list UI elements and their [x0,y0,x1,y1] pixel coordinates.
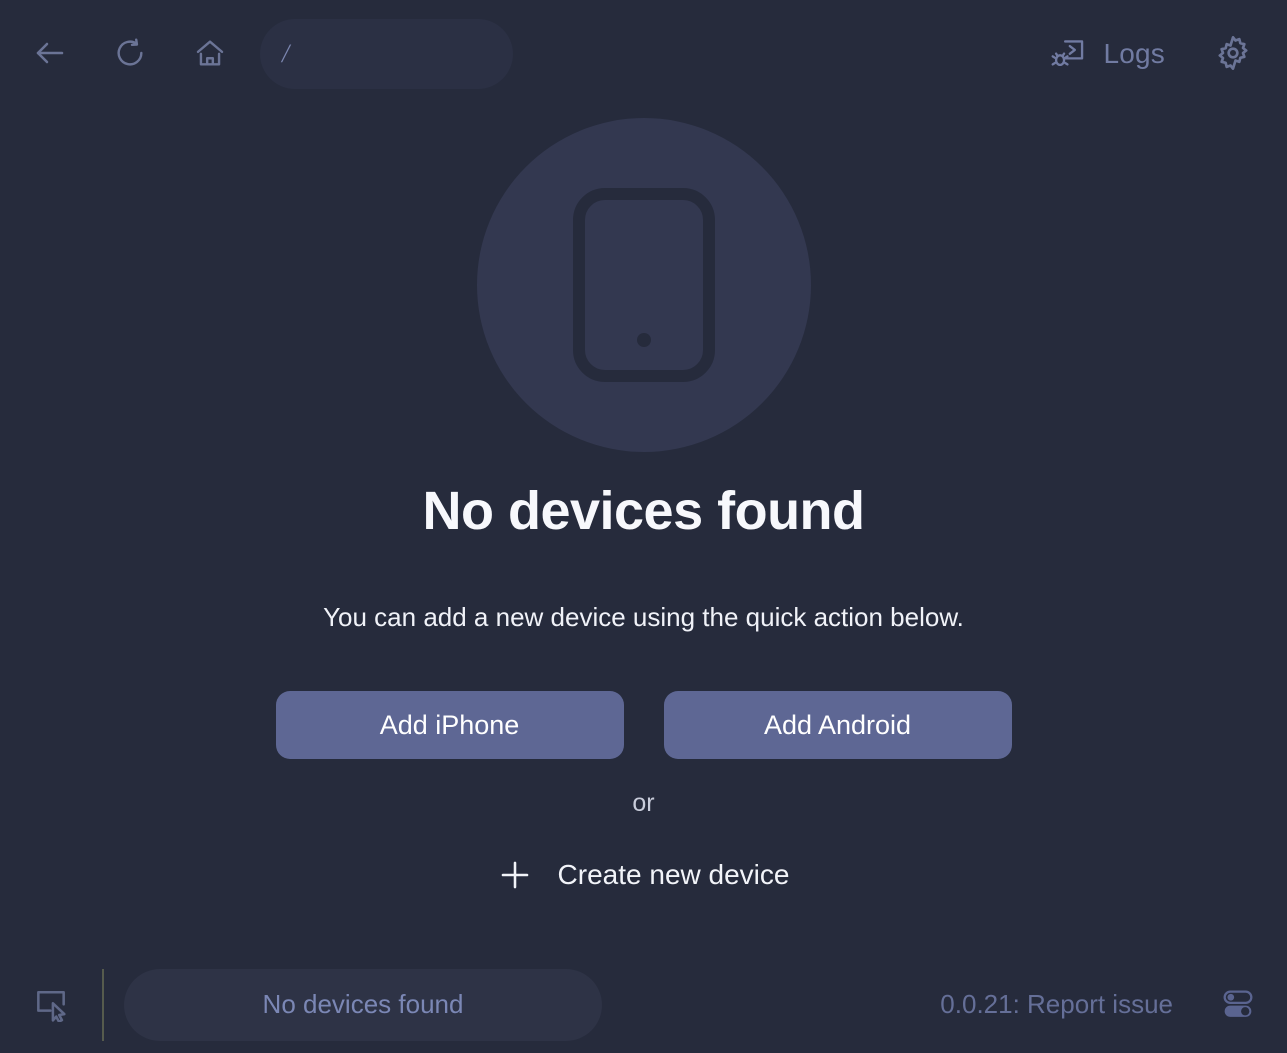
inspect-element-icon [32,984,70,1025]
add-android-button[interactable]: Add Android [663,691,1012,759]
logs-label: Logs [1103,38,1165,69]
reload-button[interactable] [108,32,152,76]
create-new-device-label: Create new device [557,859,790,890]
create-new-device-button[interactable]: Create new device [488,852,800,898]
bottom-status-bar: No devices found 0.0.21: Report issue [0,956,1287,1053]
empty-state-illustration [476,118,811,452]
reload-icon [113,36,147,73]
toggles-button[interactable] [1215,982,1261,1028]
quick-actions: Add iPhone Add Android [275,691,1012,759]
smartphone-icon [570,185,718,385]
back-button[interactable] [28,32,72,76]
settings-button[interactable] [1209,30,1257,78]
page-title: No devices found [422,481,865,541]
app-window: / Logs No devices found You can add a ne… [0,0,1287,1053]
top-toolbar: / Logs [0,0,1287,108]
empty-state-panel: No devices found You can add a new devic… [0,108,1287,956]
add-iphone-label: Add iPhone [379,709,520,740]
logs-button[interactable]: Logs [1043,27,1171,82]
toggles-icon [1218,983,1258,1026]
add-iphone-button[interactable]: Add iPhone [275,691,624,759]
device-status-pill[interactable]: No devices found [124,968,602,1041]
address-bar[interactable]: / [260,19,513,89]
home-icon [193,36,227,73]
arrow-left-icon [32,35,68,74]
terminal-bug-icon [1049,33,1089,76]
device-status-label: No devices found [262,989,464,1019]
or-separator-label: or [632,789,655,817]
home-button[interactable] [188,32,232,76]
address-input[interactable]: / [282,41,289,67]
page-subtitle: You can add a new device using the quick… [323,602,964,632]
bottom-bar-divider [102,968,104,1041]
inspect-element-button[interactable] [28,982,74,1028]
plus-icon [498,858,532,892]
add-android-label: Add Android [763,709,912,740]
gear-icon [1213,33,1253,76]
report-issue-link[interactable]: 0.0.21: Report issue [940,989,1173,1020]
